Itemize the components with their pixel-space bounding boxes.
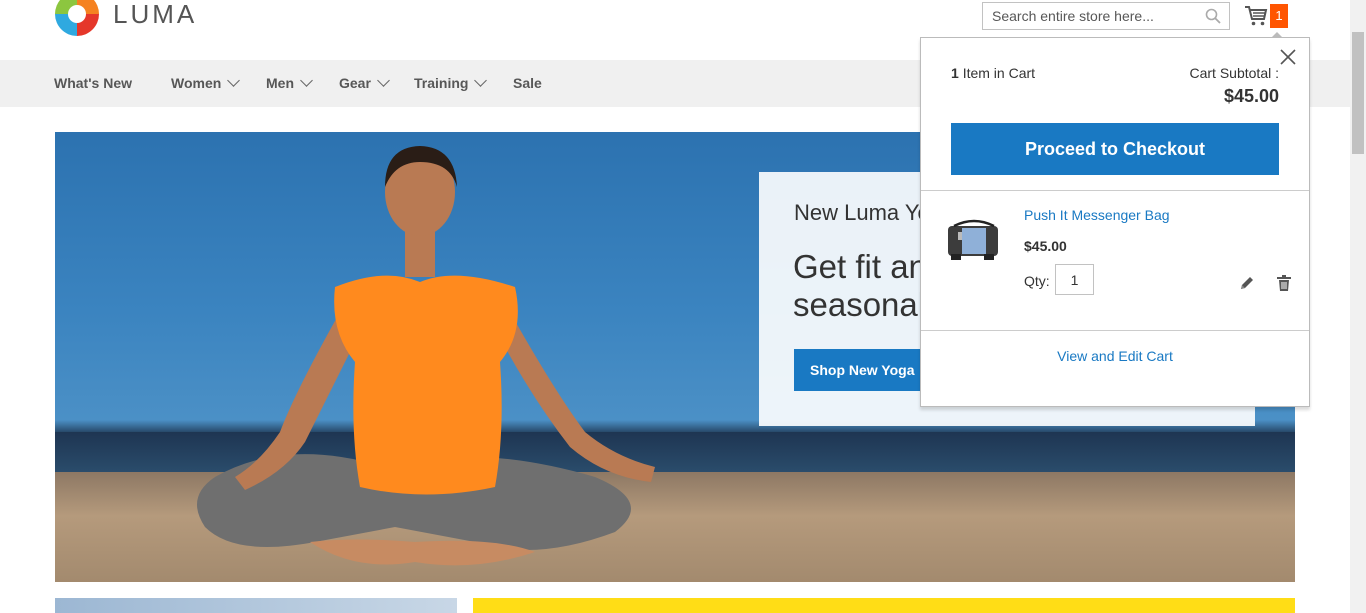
product-name-link[interactable]: Push It Messenger Bag	[1024, 207, 1170, 223]
scrollbar-thumb[interactable]	[1352, 32, 1364, 154]
nav-item-gear[interactable]: Gear	[339, 60, 390, 107]
close-icon[interactable]	[1279, 48, 1297, 66]
search-input[interactable]	[983, 3, 1202, 29]
cart-button[interactable]: 1	[1244, 4, 1296, 30]
proceed-to-checkout-button[interactable]: Proceed to Checkout	[951, 123, 1279, 175]
chevron-down-icon	[474, 74, 488, 87]
divider	[921, 330, 1309, 331]
nav-item-label: Sale	[513, 75, 542, 91]
nav-item-label: Men	[266, 75, 294, 91]
view-and-edit-cart-link[interactable]: View and Edit Cart	[921, 348, 1309, 364]
brand-name: LUMA	[113, 0, 198, 29]
qty-input[interactable]	[1055, 264, 1094, 295]
cart-icon	[1245, 6, 1268, 26]
nav-item-women[interactable]: Women	[171, 60, 241, 107]
hero-subtitle: New Luma Yo	[794, 200, 930, 225]
nav-item-label: What's New	[54, 75, 133, 91]
nav-item-label: Women	[171, 75, 222, 91]
minicart-count-label: Item in Cart	[962, 65, 1036, 81]
qty-label: Qty:	[1024, 273, 1050, 289]
product-price: $45.00	[1024, 238, 1067, 254]
page-scrollbar[interactable]	[1350, 0, 1366, 613]
nav-item-whats-new[interactable]: What's New	[54, 60, 132, 107]
chevron-down-icon	[227, 74, 241, 87]
search-icon[interactable]	[1205, 8, 1221, 24]
promo-tile-left[interactable]	[55, 598, 457, 613]
cart-counter-badge: 1	[1270, 4, 1288, 28]
cart-subtotal-value: $45.00	[1223, 86, 1279, 106]
luma-logo[interactable]: LUMA	[55, 0, 197, 36]
divider	[921, 190, 1309, 191]
hero-yoga-woman-image	[197, 146, 655, 566]
nav-item-label: Gear	[339, 75, 371, 91]
minicart-count-number: 1	[951, 65, 959, 81]
chevron-down-icon	[300, 74, 313, 87]
nav-item-men[interactable]: Men	[266, 60, 313, 107]
luma-logo-mark	[55, 0, 99, 36]
nav-item-training[interactable]: Training	[414, 60, 488, 107]
minicart-item-count: 1 Item in Cart	[951, 65, 1035, 81]
nav-item-sale[interactable]: Sale	[513, 60, 542, 107]
shop-new-yoga-button[interactable]: Shop New Yoga	[794, 349, 931, 391]
minicart-dropdown: 1 Item in Cart Cart Subtotal : $45.00 Pr…	[920, 32, 1310, 407]
pencil-icon[interactable]	[1239, 275, 1255, 291]
promo-tile-right[interactable]	[473, 598, 1295, 613]
product-thumbnail-image[interactable]	[944, 218, 1004, 268]
cart-subtotal-label: Cart Subtotal :	[1189, 65, 1280, 81]
search-box	[982, 2, 1230, 30]
trash-icon[interactable]	[1276, 274, 1292, 292]
chevron-down-icon	[377, 74, 390, 87]
nav-item-label: Training	[414, 75, 469, 91]
